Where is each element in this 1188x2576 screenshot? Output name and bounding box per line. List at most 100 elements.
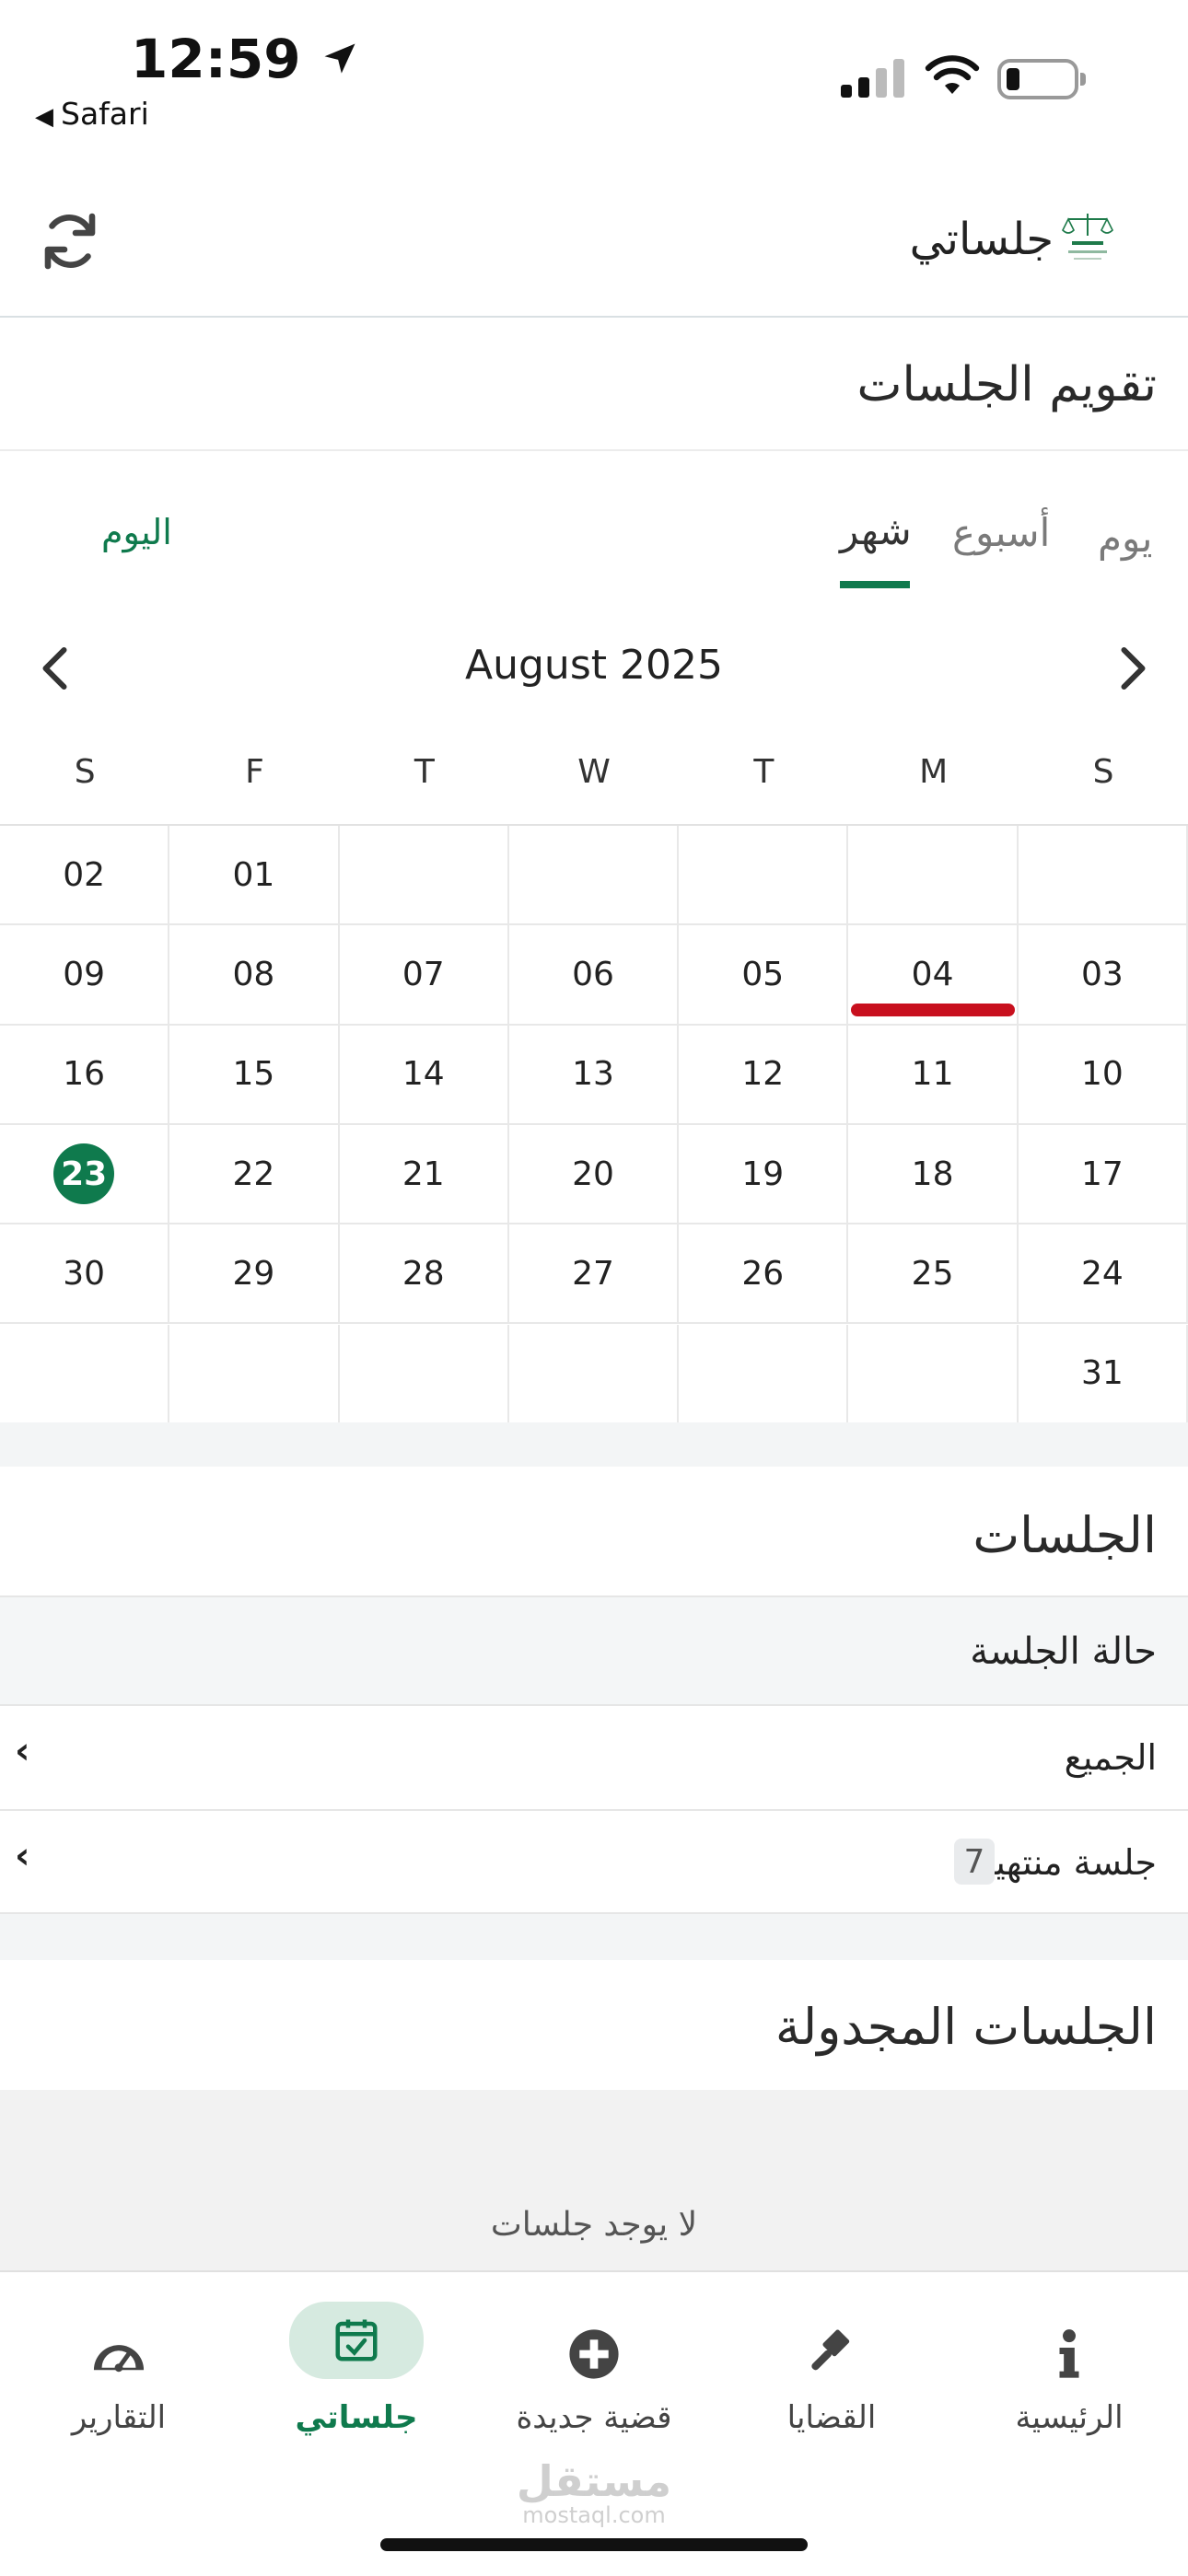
chevron-left-icon: ‹ — [15, 1730, 30, 1772]
sessions-title: الجلسات — [973, 1506, 1157, 1564]
weekday-label: F — [245, 753, 264, 791]
day-number: 08 — [232, 955, 275, 993]
nav-my-sessions-label: جلساتي — [295, 2399, 418, 2436]
day-cell[interactable]: 16 — [0, 1025, 170, 1125]
nav-new-case-label: قضية جديدة — [516, 2399, 672, 2436]
nav-new-case[interactable]: قضية جديدة — [475, 2272, 713, 2484]
day-number: 30 — [63, 1254, 106, 1293]
home-indicator[interactable] — [380, 2538, 808, 2551]
day-number: 21 — [402, 1155, 445, 1193]
day-cell[interactable]: 01 — [169, 826, 340, 926]
dashboard-icon — [73, 2322, 165, 2386]
day-cell[interactable]: 15 — [169, 1025, 340, 1125]
day-number: 13 — [572, 1055, 614, 1094]
cellular-signal-icon — [841, 55, 905, 98]
day-number: 16 — [63, 1055, 106, 1094]
nav-home-label: الرئيسية — [1015, 2399, 1124, 2436]
day-cell[interactable]: 23 — [0, 1124, 170, 1225]
day-cell[interactable]: 05 — [679, 925, 849, 1026]
day-number: 01 — [232, 855, 275, 894]
day-cell[interactable]: 19 — [679, 1124, 849, 1225]
calendar-section-title: تقويم الجلسات — [856, 357, 1157, 412]
day-cell[interactable]: 25 — [848, 1224, 1019, 1325]
chevron-left-icon: ‹ — [15, 1835, 30, 1877]
calendar-check-icon — [289, 2302, 424, 2379]
day-cell[interactable]: 03 — [1018, 925, 1188, 1026]
today-button[interactable]: اليوم — [101, 512, 172, 552]
day-cell[interactable]: 07 — [339, 925, 509, 1026]
day-cell[interactable]: 06 — [508, 925, 680, 1026]
day-cell[interactable]: 02 — [0, 826, 170, 926]
day-cell[interactable]: 27 — [508, 1224, 680, 1325]
day-cell[interactable]: 08 — [169, 925, 340, 1026]
day-number: 06 — [572, 955, 614, 993]
status-header-label: حالة الجلسة — [970, 1630, 1157, 1673]
filter-row-all[interactable]: الجميع ‹ — [0, 1706, 1188, 1811]
nav-my-sessions[interactable]: جلساتي — [238, 2272, 475, 2484]
back-triangle-icon: ◀ — [35, 103, 53, 131]
day-number: 11 — [911, 1055, 954, 1094]
day-number: 15 — [232, 1055, 275, 1094]
empty-day-cell — [679, 826, 849, 926]
add-circle-icon — [548, 2322, 640, 2386]
day-cell[interactable]: 14 — [339, 1025, 509, 1125]
day-number: 31 — [1080, 1354, 1124, 1393]
active-tab-indicator — [840, 581, 910, 588]
day-number: 10 — [1080, 1055, 1124, 1094]
info-icon — [1023, 2322, 1115, 2386]
empty-day-cell — [848, 826, 1019, 926]
day-cell[interactable]: 18 — [848, 1124, 1019, 1225]
empty-day-cell — [508, 1324, 680, 1424]
back-to-safari[interactable]: ◀ Safari — [35, 96, 149, 132]
chevron-right-icon[interactable] — [1103, 641, 1159, 696]
day-cell[interactable]: 10 — [1018, 1025, 1188, 1125]
day-number: 14 — [402, 1055, 445, 1094]
day-cell[interactable]: 20 — [508, 1124, 680, 1225]
day-cell[interactable]: 12 — [679, 1025, 849, 1125]
bottom-navigation: الرئيسية القضايا قضية جديدة جلساتي التقا… — [0, 2270, 1188, 2576]
empty-day-cell — [0, 1324, 170, 1424]
day-number: 24 — [1080, 1254, 1124, 1293]
empty-state-text: لا يوجد جلسات — [490, 2206, 698, 2244]
day-cell[interactable]: 11 — [848, 1025, 1019, 1125]
day-cell[interactable]: 31 — [1018, 1324, 1188, 1424]
day-number: 07 — [402, 955, 445, 993]
tab-day[interactable]: يوم — [1098, 516, 1152, 561]
day-cell[interactable]: 30 — [0, 1224, 170, 1325]
empty-day-cell — [508, 826, 680, 926]
day-number: 27 — [572, 1254, 614, 1293]
section-divider — [0, 449, 1188, 451]
app-title: جلساتي — [909, 214, 1054, 265]
day-number: 02 — [63, 855, 106, 894]
day-cell[interactable]: 28 — [339, 1224, 509, 1325]
session-event-indicator[interactable] — [851, 1004, 1015, 1016]
day-cell[interactable]: 17 — [1018, 1124, 1188, 1225]
status-time: 12:59 — [131, 28, 360, 90]
day-number: 19 — [741, 1155, 785, 1193]
day-cell[interactable]: 21 — [339, 1124, 509, 1225]
nav-home[interactable]: الرئيسية — [950, 2272, 1188, 2484]
day-cell[interactable]: 13 — [508, 1025, 680, 1125]
month-grid: 01 02 03 04 05 06 07 08 09 10 11 12 13 14 15 16 17 18 19 20… — [0, 824, 1188, 1424]
filter-row-finished[interactable]: جلسة منتهية 7 ‹ — [0, 1811, 1188, 1914]
section-gap — [0, 1914, 1188, 1960]
day-cell[interactable]: 26 — [679, 1224, 849, 1325]
tab-month[interactable]: شهر — [840, 508, 912, 553]
empty-day-cell — [1018, 826, 1188, 926]
header-divider — [0, 316, 1188, 318]
tab-week[interactable]: أسبوع — [952, 510, 1050, 555]
day-number: 04 — [911, 955, 954, 993]
nav-reports[interactable]: التقارير — [0, 2272, 238, 2484]
empty-day-cell — [169, 1324, 340, 1424]
day-number: 05 — [741, 955, 785, 993]
nav-cases[interactable]: القضايا — [713, 2272, 950, 2484]
day-cell[interactable]: 22 — [169, 1124, 340, 1225]
day-number: 22 — [232, 1155, 275, 1193]
day-cell[interactable]: 29 — [169, 1224, 340, 1325]
empty-day-cell — [848, 1324, 1019, 1424]
day-number: 28 — [402, 1254, 445, 1293]
refresh-icon[interactable] — [37, 208, 103, 274]
day-cell[interactable]: 24 — [1018, 1224, 1188, 1325]
weekday-label: T — [413, 753, 435, 791]
day-cell[interactable]: 09 — [0, 925, 170, 1026]
